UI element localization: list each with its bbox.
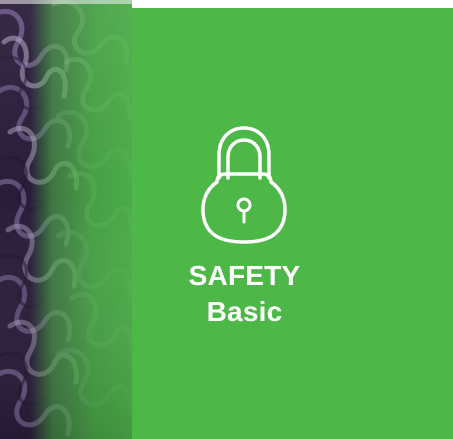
lock-icon [200,118,288,246]
card-title: SAFETY [188,260,301,291]
card-content: SAFETY Basic [132,8,357,439]
product-tile[interactable]: SAFETY Basic [0,0,453,439]
background-photo [0,0,132,439]
card-subtitle: Basic [206,296,283,327]
